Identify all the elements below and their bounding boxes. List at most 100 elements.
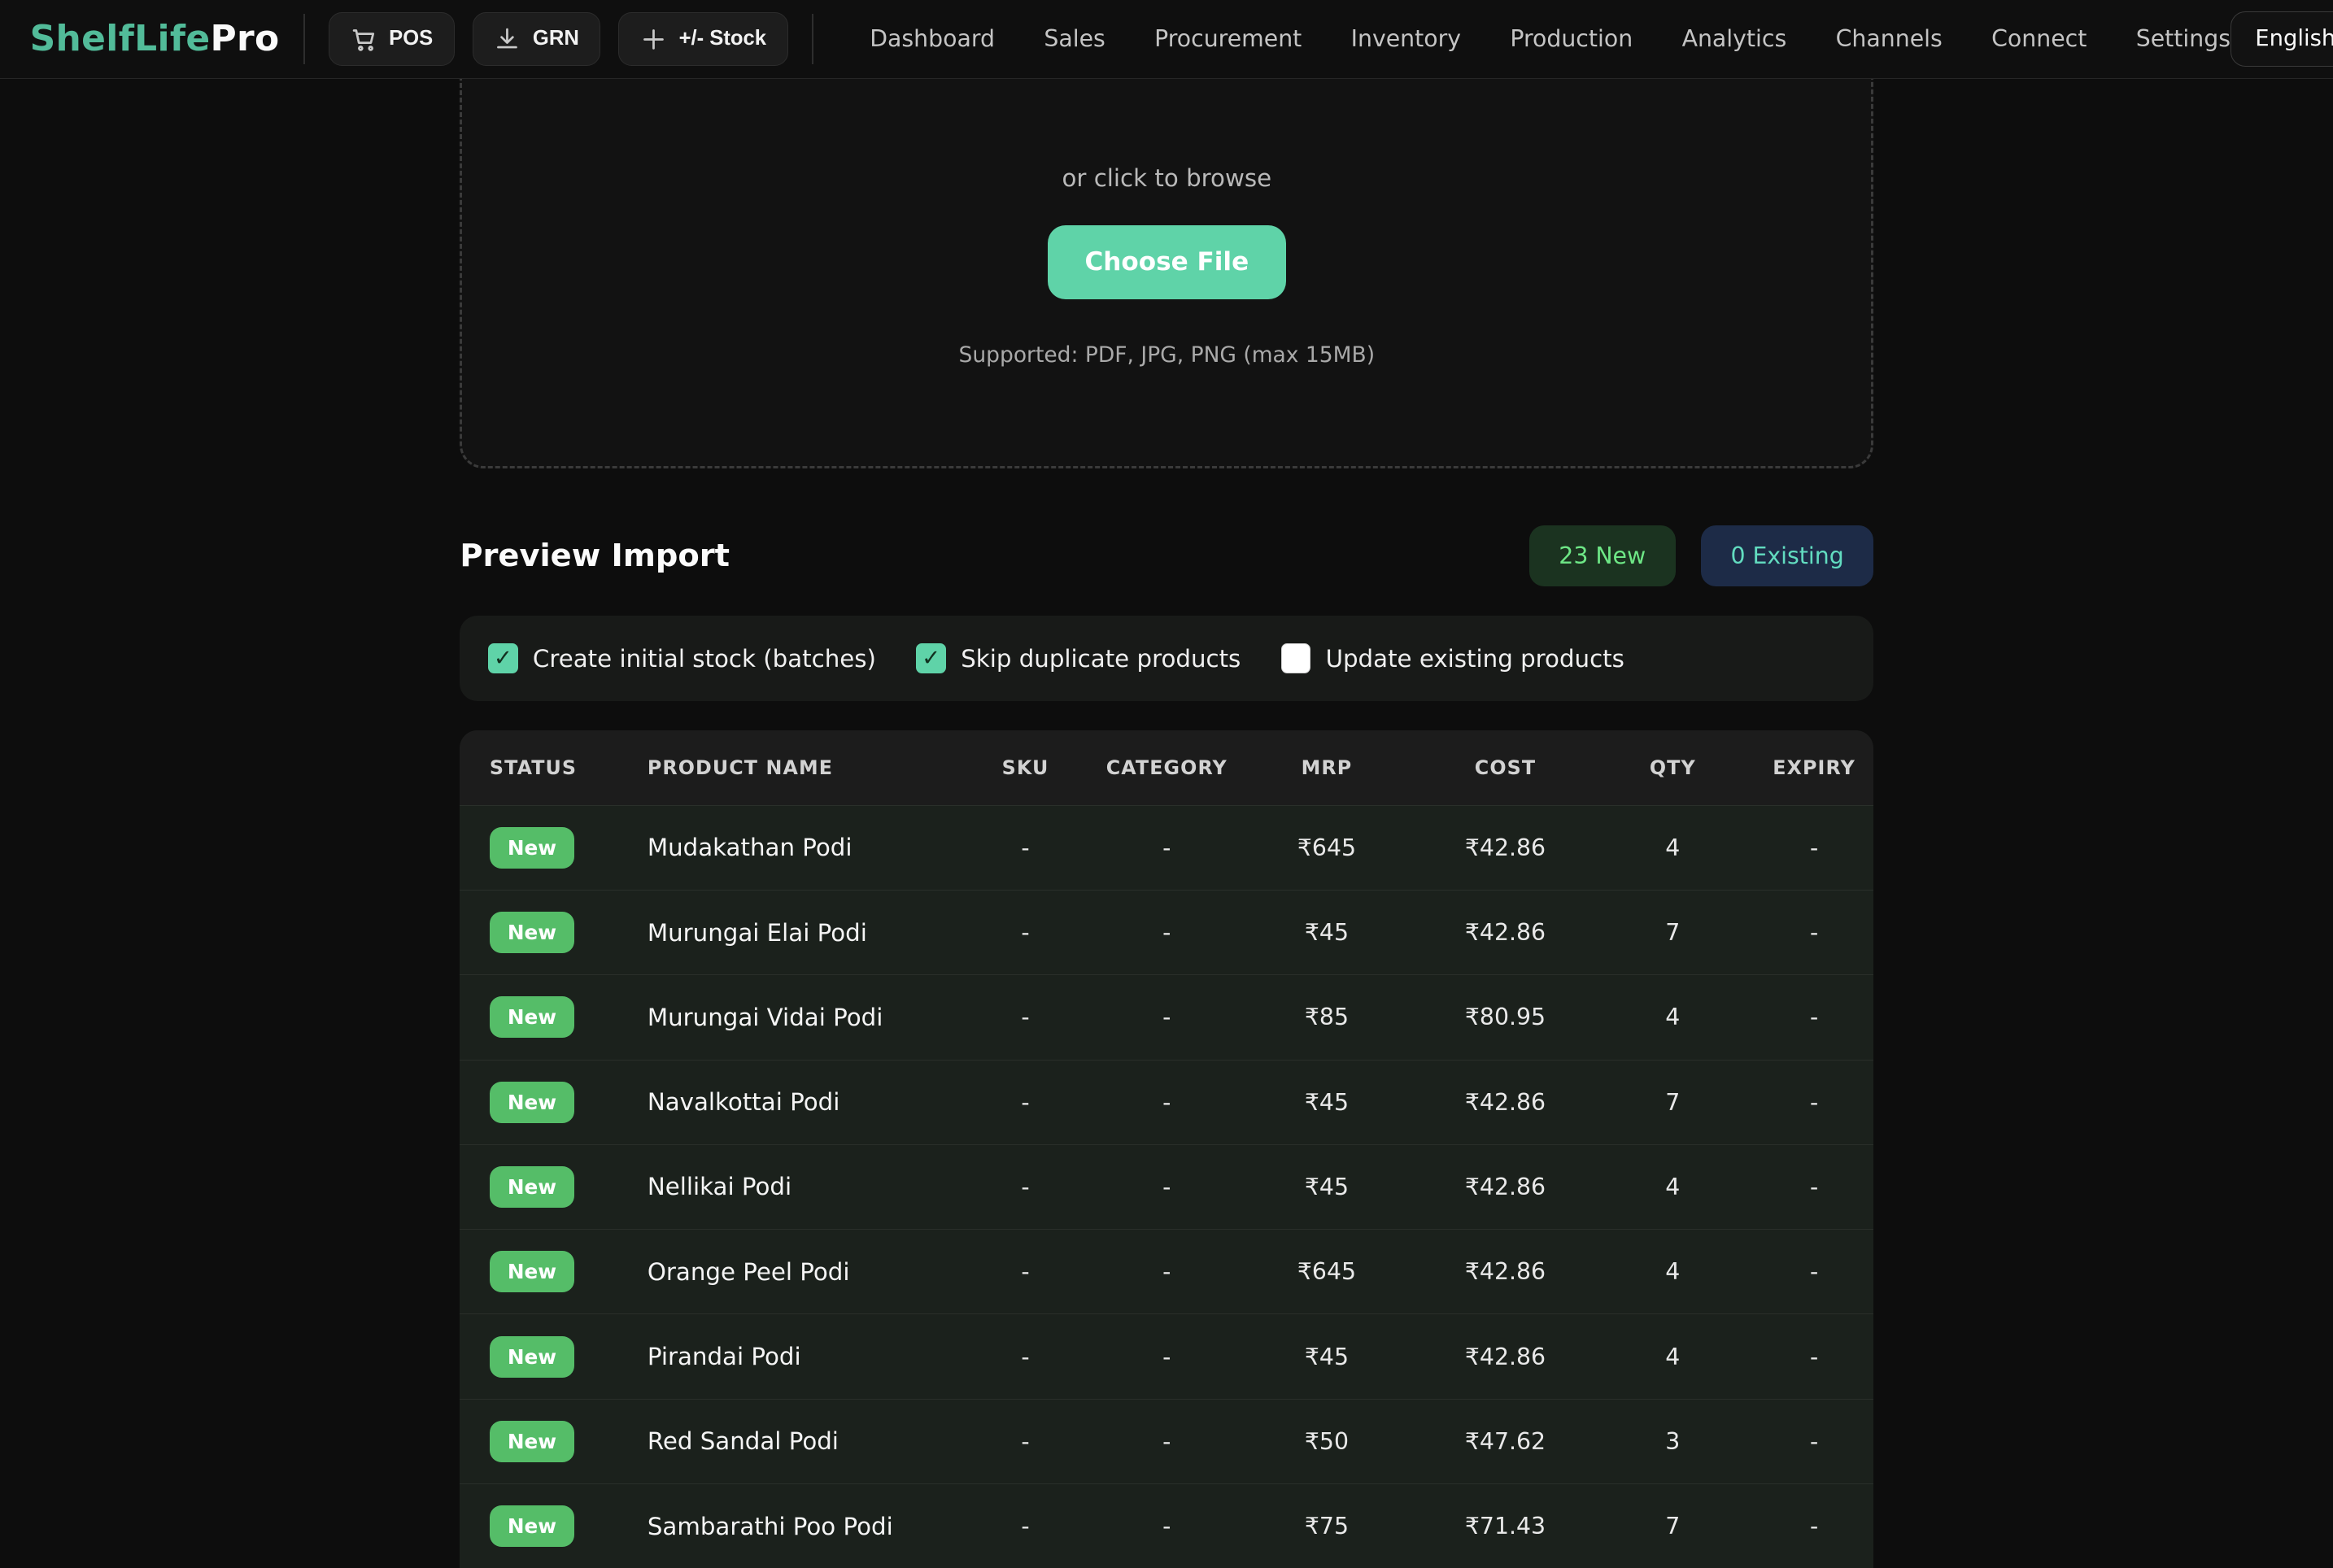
mrp-cell: ₹45 <box>1234 1089 1420 1116</box>
qty-cell: 4 <box>1591 1174 1755 1200</box>
status-badge: New <box>490 1336 574 1378</box>
mrp-cell: ₹50 <box>1234 1428 1420 1455</box>
nav-link-analytics[interactable]: Analytics <box>1682 25 1787 52</box>
table-row[interactable]: New Sambarathi Poo Podi - - ₹75 ₹71.43 7… <box>460 1483 1873 1568</box>
cost-cell: ₹42.86 <box>1419 1344 1590 1370</box>
nav-link-inventory[interactable]: Inventory <box>1351 25 1461 52</box>
table-row[interactable]: New Orange Peel Podi - - ₹645 ₹42.86 4 - <box>460 1229 1873 1313</box>
qty-cell: 4 <box>1591 834 1755 861</box>
product-name-cell: Pirandai Podi <box>617 1343 951 1370</box>
nav-link-sales[interactable]: Sales <box>1044 25 1105 52</box>
status-cell: New <box>460 1336 617 1378</box>
mrp-cell: ₹645 <box>1234 1258 1420 1285</box>
category-cell: - <box>1100 834 1234 861</box>
table-column-header: EXPIRY <box>1755 756 1873 779</box>
category-cell: - <box>1100 1258 1234 1285</box>
category-cell: - <box>1100 1513 1234 1540</box>
import-option-label: Create initial stock (batches) <box>533 645 876 673</box>
nav-link-production[interactable]: Production <box>1510 25 1633 52</box>
import-option-checkbox[interactable]: ✓ Create initial stock (batches) <box>488 643 876 673</box>
status-badge: New <box>490 912 574 953</box>
table-column-header: PRODUCT NAME <box>617 756 951 779</box>
table-row[interactable]: New Nellikai Podi - - ₹45 ₹42.86 4 - <box>460 1144 1873 1229</box>
sku-cell: - <box>951 1428 1100 1455</box>
cost-cell: ₹42.86 <box>1419 1089 1590 1116</box>
table-column-header: SKU <box>951 756 1100 779</box>
language-select[interactable]: English <box>2231 11 2333 67</box>
grn-button[interactable]: GRN <box>473 12 601 66</box>
qty-cell: 7 <box>1591 919 1755 946</box>
category-cell: - <box>1100 1344 1234 1370</box>
mrp-cell: ₹45 <box>1234 1344 1420 1370</box>
sku-cell: - <box>951 1513 1100 1540</box>
language-select-value: English <box>2255 26 2333 51</box>
nav-link-settings[interactable]: Settings <box>2136 25 2231 52</box>
table-row[interactable]: New Pirandai Podi - - ₹45 ₹42.86 4 - <box>460 1313 1873 1398</box>
cost-cell: ₹42.86 <box>1419 834 1590 861</box>
table-column-header: COST <box>1419 756 1590 779</box>
expiry-cell: - <box>1755 1428 1873 1455</box>
status-cell: New <box>460 1082 617 1123</box>
sku-cell: - <box>951 1258 1100 1285</box>
checkbox-icon[interactable]: ✓ <box>916 643 946 673</box>
product-name-cell: Navalkottai Podi <box>617 1088 951 1116</box>
new-count-badge: 23 New <box>1529 525 1676 586</box>
choose-file-button[interactable]: Choose File <box>1048 225 1286 299</box>
product-name-cell: Nellikai Podi <box>617 1173 951 1200</box>
table-row[interactable]: New Navalkottai Podi - - ₹45 ₹42.86 7 - <box>460 1060 1873 1144</box>
checkbox-icon[interactable]: ✓ <box>488 643 518 673</box>
category-cell: - <box>1100 919 1234 946</box>
status-cell: New <box>460 996 617 1038</box>
expiry-cell: - <box>1755 1089 1873 1116</box>
preview-import-table: STATUSPRODUCT NAMESKUCATEGORYMRPCOSTQTYE… <box>460 730 1873 1568</box>
mrp-cell: ₹85 <box>1234 1004 1420 1030</box>
mrp-cell: ₹45 <box>1234 919 1420 946</box>
status-badge: New <box>490 1505 574 1547</box>
expiry-cell: - <box>1755 919 1873 946</box>
table-row[interactable]: New Murungai Elai Podi - - ₹45 ₹42.86 7 … <box>460 890 1873 974</box>
download-icon <box>494 26 521 53</box>
sku-cell: - <box>951 1174 1100 1200</box>
product-name-cell: Mudakathan Podi <box>617 834 951 861</box>
adjust-stock-button[interactable]: +/- Stock <box>618 12 787 66</box>
checkbox-icon[interactable]: ✓ <box>1281 643 1311 673</box>
table-body: New Mudakathan Podi - - ₹645 ₹42.86 4 - … <box>460 805 1873 1568</box>
product-name-cell: Murungai Elai Podi <box>617 919 951 947</box>
table-row[interactable]: New Mudakathan Podi - - ₹645 ₹42.86 4 - <box>460 805 1873 890</box>
table-header-row: STATUSPRODUCT NAMESKUCATEGORYMRPCOSTQTYE… <box>460 730 1873 804</box>
grn-button-label: GRN <box>533 27 579 50</box>
qty-cell: 3 <box>1591 1428 1755 1455</box>
nav-divider <box>812 14 813 64</box>
preview-import-title: Preview Import <box>460 538 730 574</box>
table-row[interactable]: New Red Sandal Podi - - ₹50 ₹47.62 3 - <box>460 1399 1873 1483</box>
pos-button[interactable]: POS <box>329 12 455 66</box>
logo-text-secondary: Pro <box>211 18 280 59</box>
plus-icon <box>640 26 667 53</box>
nav-right-group: English <box>2231 10 2333 68</box>
status-badge: New <box>490 1251 574 1292</box>
product-name-cell: Sambarathi Poo Podi <box>617 1513 951 1540</box>
file-dropzone[interactable]: or click to browse Choose File Supported… <box>460 20 1873 469</box>
cost-cell: ₹42.86 <box>1419 919 1590 946</box>
status-cell: New <box>460 827 617 869</box>
cart-icon <box>351 26 377 53</box>
main-content: or click to browse Choose File Supported… <box>460 20 1873 1568</box>
nav-link-dashboard[interactable]: Dashboard <box>870 25 995 52</box>
status-cell: New <box>460 1505 617 1547</box>
sku-cell: - <box>951 919 1100 946</box>
import-option-checkbox[interactable]: ✓ Update existing products <box>1281 643 1624 673</box>
status-cell: New <box>460 1251 617 1292</box>
import-option-checkbox[interactable]: ✓ Skip duplicate products <box>916 643 1241 673</box>
expiry-cell: - <box>1755 834 1873 861</box>
nav-link-channels[interactable]: Channels <box>1836 25 1943 52</box>
table-row[interactable]: New Murungai Vidai Podi - - ₹85 ₹80.95 4… <box>460 974 1873 1059</box>
nav-link-connect[interactable]: Connect <box>1991 25 2087 52</box>
sku-cell: - <box>951 1344 1100 1370</box>
expiry-cell: - <box>1755 1513 1873 1540</box>
table-column-header: CATEGORY <box>1100 756 1234 779</box>
import-count-badges: 23 New 0 Existing <box>1529 525 1874 586</box>
cost-cell: ₹80.95 <box>1419 1004 1590 1030</box>
product-name-cell: Red Sandal Podi <box>617 1427 951 1455</box>
nav-link-procurement[interactable]: Procurement <box>1154 25 1302 52</box>
browse-hint-text: or click to browse <box>1062 164 1271 192</box>
